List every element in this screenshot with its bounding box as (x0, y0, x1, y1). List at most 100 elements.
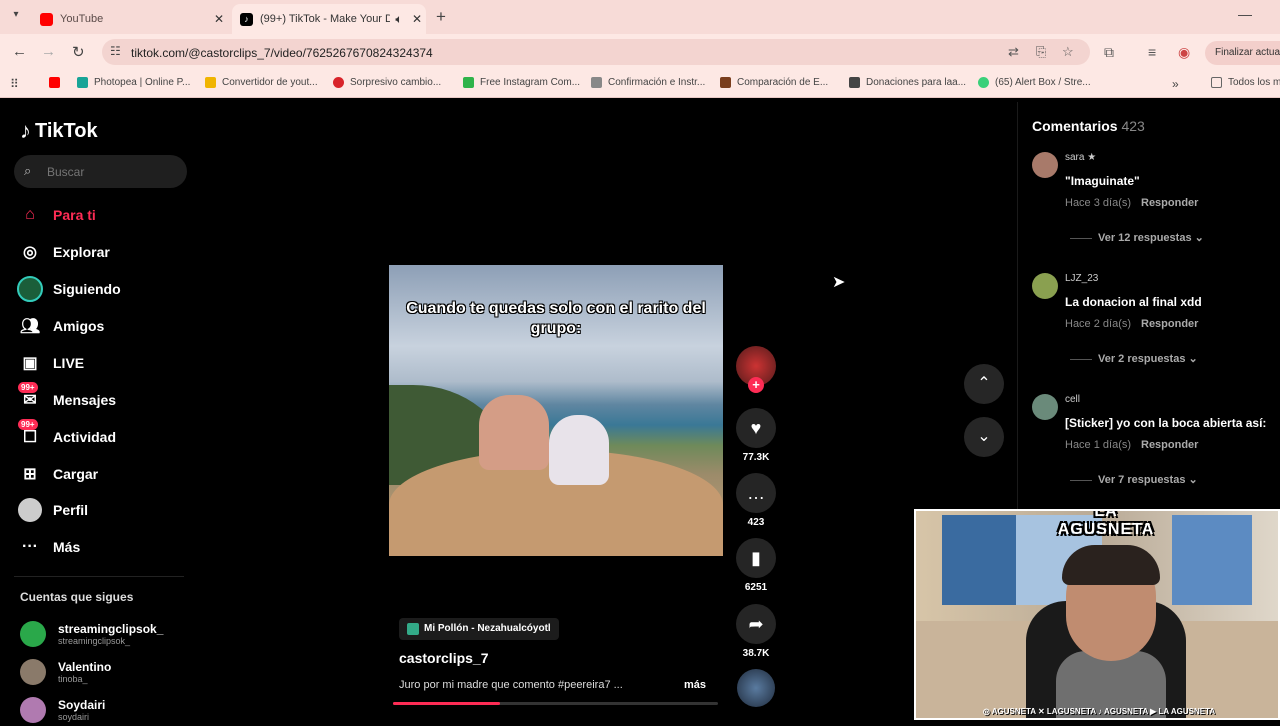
reply-button[interactable]: Responder (1141, 197, 1198, 209)
comment-button[interactable]: … 423 (736, 473, 776, 528)
bookmark-item[interactable]: Free Instagram Com... (463, 77, 580, 88)
bookmark-item[interactable]: Sorpresivo cambio... (333, 77, 441, 88)
nav-label: Para ti (53, 207, 96, 223)
bookmark-item[interactable]: Photopea | Online P... (77, 77, 190, 88)
bookmark-label: Convertidor de yout... (222, 77, 318, 88)
following-account[interactable]: streamingclipsok_ streamingclipsok_ (20, 618, 163, 650)
nav-para-ti[interactable]: ⌂ Para ti (16, 200, 186, 230)
profile-avatar-icon[interactable]: ◉ (1178, 44, 1190, 61)
bookmark-item[interactable]: (65) Alert Box / Stre... (978, 77, 1091, 88)
nav-amigos[interactable]: 👥︎ Amigos (16, 311, 186, 341)
more-link[interactable]: más (684, 679, 706, 691)
nav-label: Siguiendo (53, 281, 121, 297)
view-replies-button[interactable]: Ver 2 respuestas ⌄ (1070, 352, 1198, 365)
logo-text: TikTok (35, 119, 98, 142)
next-video-button[interactable]: ⌄ (964, 417, 1004, 457)
nav-siguiendo[interactable]: Siguiendo (16, 274, 186, 304)
comment-username[interactable]: LJZ_23 (1065, 273, 1098, 284)
following-accounts-title: Cuentas que sigues (20, 590, 134, 604)
bookmark-label: (65) Alert Box / Stre... (995, 77, 1091, 88)
home-icon: ⌂ (25, 206, 35, 223)
nav-label: Explorar (53, 244, 110, 260)
media-controls-icon[interactable]: ≡ (1148, 44, 1156, 60)
view-replies-button[interactable]: Ver 12 respuestas ⌄ (1070, 231, 1204, 244)
browser-toolbar: ← → ↻ ☷ tiktok.com/@castorclips_7/video/… (0, 34, 1280, 70)
bookmark-label: Comparación de E... (737, 77, 829, 88)
nav-live[interactable]: ▣ LIVE (16, 348, 186, 378)
search-box[interactable]: ⌕ (14, 155, 187, 188)
back-button[interactable]: ← (12, 43, 27, 60)
view-replies-label: Ver 2 respuestas (1098, 353, 1186, 365)
following-account[interactable]: Valentino tinoba_ (20, 656, 111, 688)
tab-search-icon[interactable]: ▾ (8, 9, 24, 25)
search-input[interactable] (47, 164, 177, 180)
extensions-icon[interactable]: ⧉ (1104, 44, 1114, 61)
bookmark-item[interactable]: Donaciones para laa... (849, 77, 966, 88)
account-name: Valentino (58, 659, 112, 674)
message-icon: ✉ 99+ (16, 382, 44, 412)
reply-button[interactable]: Responder (1141, 439, 1198, 451)
close-tab-icon[interactable]: ✕ (210, 12, 228, 26)
music-tag[interactable]: Mi Pollón - Nezahualcóyotl (399, 618, 559, 640)
share-button[interactable]: ➦ 38.7K (736, 604, 776, 659)
youtube-bookmark[interactable] (49, 77, 66, 88)
install-icon[interactable]: ⎘ (1036, 44, 1046, 60)
bookmark-item[interactable]: Confirmación e Instr... (591, 77, 705, 88)
bookmark-favicon-icon (849, 77, 860, 88)
finalizar-update-button[interactable]: Finalizar actual (1205, 41, 1280, 65)
url-text[interactable]: tiktok.com/@castorclips_7/video/76252676… (131, 46, 433, 60)
minimize-window-button[interactable]: — (1238, 6, 1252, 22)
video-progress-bar[interactable] (393, 702, 718, 705)
account-name: streamingclipsok_ (58, 621, 164, 636)
webcam-streamer (1062, 545, 1160, 585)
nav-explorar[interactable]: ◎ Explorar (16, 237, 186, 267)
new-tab-button[interactable]: + (436, 7, 446, 27)
bookmark-favicon-icon (333, 77, 344, 88)
nav-mas[interactable]: ··· Más (16, 532, 186, 562)
forward-button[interactable]: → (41, 43, 56, 60)
avatar[interactable] (1032, 273, 1058, 299)
nav-cargar[interactable]: ⊞ Cargar (16, 459, 186, 489)
reply-button[interactable]: Responder (1141, 318, 1198, 330)
bookmark-item[interactable]: Comparación de E... (720, 77, 828, 88)
more-bookmarks-icon[interactable]: » (1172, 77, 1179, 91)
nav-mensajes[interactable]: ✉ 99+ Mensajes (16, 382, 186, 415)
youtube-favicon-icon (40, 12, 53, 26)
tiktok-logo[interactable]: ♪ TikTok (20, 118, 98, 144)
video-author[interactable]: castorclips_7 (399, 650, 489, 666)
view-replies-button[interactable]: Ver 7 respuestas ⌄ (1070, 473, 1198, 486)
comment-username[interactable]: sara ★ (1065, 152, 1096, 163)
tiktok-favicon-icon: ♪ (240, 12, 253, 26)
nav-perfil[interactable]: Perfil (16, 495, 186, 525)
translate-icon[interactable]: ⇄ (1008, 44, 1019, 60)
previous-video-button[interactable]: ⌃ (964, 364, 1004, 404)
audio-icon[interactable]: 🔈︎ (390, 12, 408, 27)
like-button[interactable]: ♥ 77.3K (736, 408, 776, 463)
video-player[interactable]: Cuando te quedas solo con el rarito del … (389, 265, 723, 556)
mouse-cursor-icon: ➤ (832, 274, 846, 291)
tab-tiktok[interactable]: ♪ (99+) TikTok - Make Your Da 🔈︎ ✕ (232, 4, 426, 34)
apps-grid-icon[interactable]: ⠿ (10, 77, 19, 91)
tab-youtube[interactable]: YouTube ✕ (32, 4, 228, 34)
avatar[interactable] (1032, 394, 1058, 420)
close-tab-icon[interactable]: ✕ (408, 12, 426, 26)
address-bar[interactable]: ☷ tiktok.com/@castorclips_7/video/762526… (102, 39, 1090, 65)
nav-label: Cargar (53, 466, 99, 482)
video-progress-fill (393, 702, 501, 705)
following-account[interactable]: Soydairi soydairi (20, 694, 105, 726)
site-info-icon[interactable]: ☷ (110, 44, 121, 58)
avatar[interactable] (1032, 152, 1058, 178)
bookmark-item[interactable]: Convertidor de yout... (205, 77, 318, 88)
all-bookmarks-folder[interactable]: Todos los m (1211, 77, 1280, 88)
music-disc-icon[interactable] (737, 669, 775, 707)
comment-username[interactable]: cell (1065, 394, 1080, 405)
nav-actividad[interactable]: ☐ 99+ Actividad (16, 419, 186, 452)
folder-icon (1211, 77, 1222, 88)
reload-button[interactable]: ↻ (72, 43, 85, 61)
follow-plus-icon[interactable]: + (748, 377, 764, 393)
music-icon (407, 623, 419, 635)
share-icon: ➦ (736, 604, 776, 644)
save-button[interactable]: ▮ 6251 (736, 538, 776, 593)
comment-icon: … (736, 473, 776, 513)
bookmark-star-icon[interactable]: ☆ (1062, 44, 1074, 60)
